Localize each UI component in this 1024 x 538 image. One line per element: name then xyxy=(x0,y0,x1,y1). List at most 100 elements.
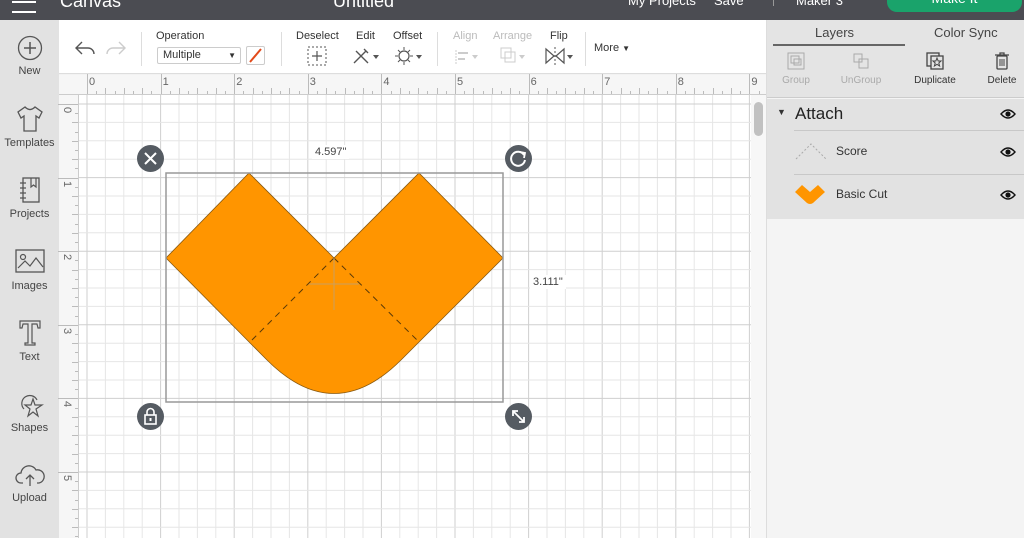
ruler-tick xyxy=(381,74,383,94)
height-dimension: 3.111" xyxy=(530,275,566,289)
deselect-icon[interactable] xyxy=(307,46,327,66)
ruler-tick xyxy=(344,88,346,94)
ruler-tick-label: 6 xyxy=(530,76,537,88)
duplicate-button[interactable]: Duplicate xyxy=(903,46,967,86)
layer-item-basic-cut[interactable]: Basic Cut xyxy=(794,174,1024,217)
ruler-tick xyxy=(75,389,78,391)
sidebar-item-projects[interactable]: Projects xyxy=(0,176,59,220)
ruler-tick xyxy=(58,324,78,326)
machine-select[interactable]: Maker 3 xyxy=(796,0,843,8)
tshirt-icon xyxy=(16,106,43,132)
menu-icon[interactable] xyxy=(12,0,36,13)
ruler-tick xyxy=(519,91,521,94)
ungroup-button[interactable]: UnGroup xyxy=(829,46,893,86)
group-icon xyxy=(787,52,805,70)
rotate-handle[interactable] xyxy=(505,145,532,172)
delete-button[interactable]: Delete xyxy=(970,46,1024,86)
lock-handle[interactable] xyxy=(137,403,164,430)
eye-icon[interactable] xyxy=(1000,108,1016,120)
width-dimension: 4.597" xyxy=(312,145,350,159)
resize-arrows-icon xyxy=(512,410,525,423)
ruler-tick xyxy=(72,343,78,345)
make-it-button[interactable]: Make It xyxy=(887,0,1022,12)
sidebar-item-shapes[interactable]: Shapes xyxy=(0,390,59,434)
ruler-tick xyxy=(72,159,78,161)
edit-tools-icon[interactable] xyxy=(351,46,381,66)
top-bar: Canvas Untitled My Projects Save Maker 3… xyxy=(0,0,1024,20)
linetype-color-swatch[interactable] xyxy=(246,46,265,65)
ruler-tick xyxy=(648,91,650,94)
save-link[interactable]: Save xyxy=(714,0,744,8)
ruler-tick-label: 9 xyxy=(751,76,758,88)
ruler-tick xyxy=(123,88,125,94)
vertical-scrollbar[interactable] xyxy=(751,95,766,538)
arrange-icon[interactable] xyxy=(499,46,527,66)
sidebar-item-images[interactable]: Images xyxy=(0,248,59,292)
ruler-tick xyxy=(58,472,78,473)
ruler-tick xyxy=(58,104,78,105)
design-canvas[interactable]: 4.597" 3.111" xyxy=(79,95,751,538)
eye-icon[interactable] xyxy=(1000,146,1016,158)
ruler-tick xyxy=(675,74,677,94)
my-projects-link[interactable]: My Projects xyxy=(628,0,696,8)
sidebar-item-upload[interactable]: Upload xyxy=(0,462,59,504)
layer-item-score[interactable]: Score xyxy=(794,130,1024,173)
ruler-tick xyxy=(353,91,355,94)
ruler-tick-label: 0 xyxy=(89,76,96,88)
toolbar-divider xyxy=(585,32,586,66)
redo-icon[interactable] xyxy=(105,40,127,58)
ruler-tick xyxy=(197,88,199,94)
align-icon[interactable] xyxy=(454,48,480,66)
layer-list: ▼ Attach Score Basic Cut xyxy=(767,99,1024,219)
ruler-tick-label: 8 xyxy=(677,76,684,88)
ruler-tick xyxy=(657,88,659,94)
undo-icon[interactable] xyxy=(74,40,96,58)
sidebar-item-new[interactable]: New xyxy=(0,35,59,77)
ruler-tick xyxy=(72,453,78,455)
ruler-tick xyxy=(620,88,622,94)
ruler-tick xyxy=(473,88,475,94)
rotate-icon xyxy=(510,150,527,167)
document-title[interactable]: Untitled xyxy=(333,0,394,12)
ruler-tick xyxy=(390,91,392,94)
ruler-tick xyxy=(243,91,245,94)
ruler-tick-label: 2 xyxy=(61,254,73,261)
delete-handle[interactable] xyxy=(137,145,164,172)
group-label: Group xyxy=(782,75,810,86)
group-button[interactable]: Group xyxy=(764,46,828,86)
sidebar-item-text[interactable]: Text xyxy=(0,319,59,363)
resize-handle[interactable] xyxy=(505,403,532,430)
sidebar-item-templates[interactable]: Templates xyxy=(0,105,59,149)
eye-icon[interactable] xyxy=(1000,189,1016,201)
sidebar-label: Upload xyxy=(12,492,47,504)
tab-color-sync[interactable]: Color Sync xyxy=(934,25,998,40)
ruler-tick xyxy=(75,518,78,519)
ruler-tick xyxy=(114,91,116,94)
ruler-tick-label: 4 xyxy=(61,401,73,408)
ruler-tick xyxy=(75,278,78,280)
deselect-label: Deselect xyxy=(296,30,339,42)
ruler-tick xyxy=(363,88,364,94)
ruler-tick xyxy=(611,91,613,94)
offset-icon[interactable] xyxy=(394,46,424,66)
scrollbar-thumb[interactable] xyxy=(754,102,763,136)
layer-name: Basic Cut xyxy=(836,187,888,201)
panel-tabs: Layers Color Sync xyxy=(767,20,1024,46)
ruler-tick xyxy=(133,91,134,94)
ruler-tick xyxy=(565,88,567,94)
operation-select[interactable]: Multiple ▼ xyxy=(157,47,241,64)
ruler-tick xyxy=(537,91,539,94)
cut-layer-thumbnail xyxy=(795,185,825,204)
more-button[interactable]: More ▼ xyxy=(594,42,630,54)
sidebar-label: New xyxy=(18,65,41,77)
shapes-icon xyxy=(20,394,44,418)
layer-group-attach[interactable]: ▼ Attach xyxy=(767,99,1024,129)
tab-layers[interactable]: Layers xyxy=(815,25,854,40)
design-layer xyxy=(165,172,504,403)
layer-name: Score xyxy=(836,144,868,158)
ruler-tick xyxy=(298,91,300,94)
flip-icon[interactable] xyxy=(544,46,576,66)
caret-down-icon[interactable]: ▼ xyxy=(777,107,786,117)
ruler-tick xyxy=(427,91,429,94)
ruler-tick xyxy=(75,260,78,262)
